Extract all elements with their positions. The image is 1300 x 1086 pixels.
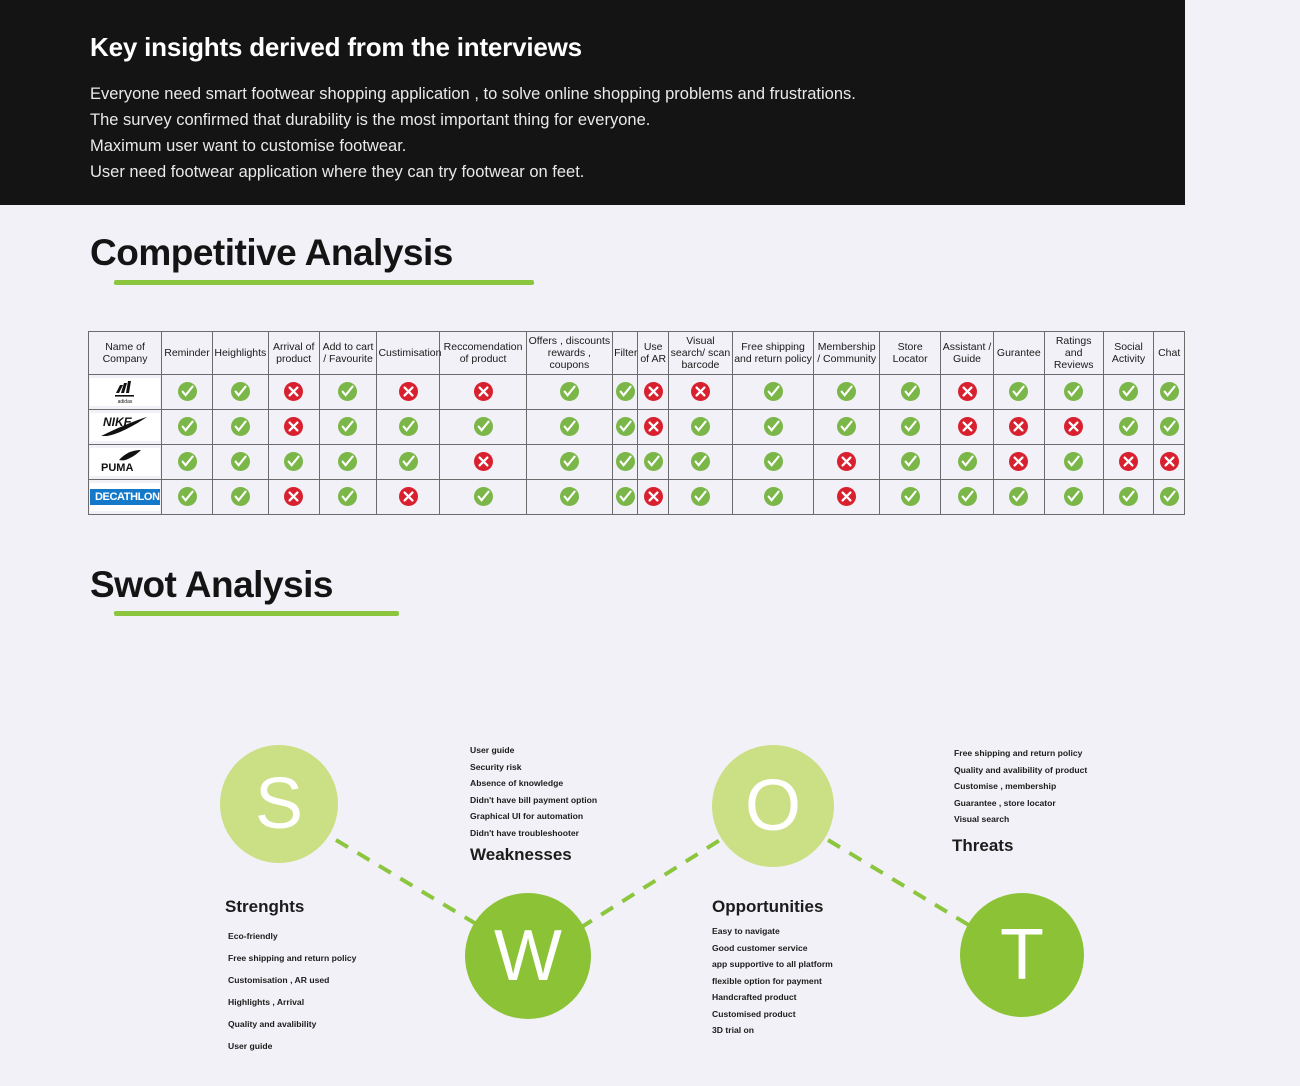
- swot-list-item: Highlights , Arrival: [228, 997, 305, 1007]
- swot-list-item: Eco-friendly: [228, 931, 278, 941]
- swot-list-item: Customisation , AR used: [228, 975, 330, 985]
- swot-list-item: app supportive to all platform: [712, 959, 833, 969]
- swot-list-item: Quality and avalibility of product: [954, 764, 1088, 775]
- swot-circle-weaknesses: W: [465, 893, 591, 1019]
- swot-list-item: Guarantee , store locator: [954, 797, 1056, 808]
- swot-list-item: Graphical UI for automation: [470, 811, 584, 821]
- swot-label-strengths: Strenghts: [225, 897, 305, 916]
- swot-list-item: User guide: [470, 745, 515, 755]
- swot-list-item: Free shipping and return policy: [954, 748, 1083, 758]
- swot-list-item: Didn't have bill payment option: [470, 794, 598, 805]
- swot-list-opportunities: Easy to navigate Good customer service app…: [712, 923, 833, 1039]
- swot-label-weaknesses: Weaknesses: [470, 845, 572, 864]
- swot-list-weaknesses: User guide Security risk Absence of knowle…: [470, 742, 597, 841]
- swot-list-item: Absence of knowledge: [470, 778, 564, 788]
- swot-label-opportunities: Opportunities: [712, 897, 824, 916]
- swot-list-item: Didn't have troubleshooter: [470, 827, 579, 838]
- swot-list-item: Customise , membership: [954, 781, 1057, 791]
- swot-list-strengths: Eco-friendly Free shipping and return pol…: [228, 925, 356, 1057]
- swot-list-item: Visual search: [954, 814, 1010, 824]
- swot-list-item: Quality and avalibility: [228, 1019, 317, 1029]
- swot-list-threats: Free shipping and return policy Quality a…: [954, 745, 1087, 828]
- swot-list-item: Easy to navigate: [712, 926, 780, 936]
- swot-list-item: Security risk: [470, 761, 522, 772]
- swot-list-item: User guide: [228, 1041, 273, 1051]
- swot-list-item: Handcrafted product: [712, 992, 797, 1002]
- swot-list-item: 3D trial on: [712, 1025, 755, 1035]
- swot-list-item: Customised product: [712, 1008, 796, 1019]
- swot-circle-opportunities: O: [712, 745, 834, 867]
- swot-connector-lines: [334, 838, 974, 930]
- swot-circle-threats: T: [960, 893, 1084, 1017]
- swot-list-item: Good customer service: [712, 942, 808, 953]
- swot-list-item: flexible option for payment: [712, 975, 822, 986]
- swot-label-threats: Threats: [952, 836, 1014, 855]
- swot-list-item: Free shipping and return policy: [228, 953, 357, 963]
- swot-circle-strengths: S: [220, 745, 338, 863]
